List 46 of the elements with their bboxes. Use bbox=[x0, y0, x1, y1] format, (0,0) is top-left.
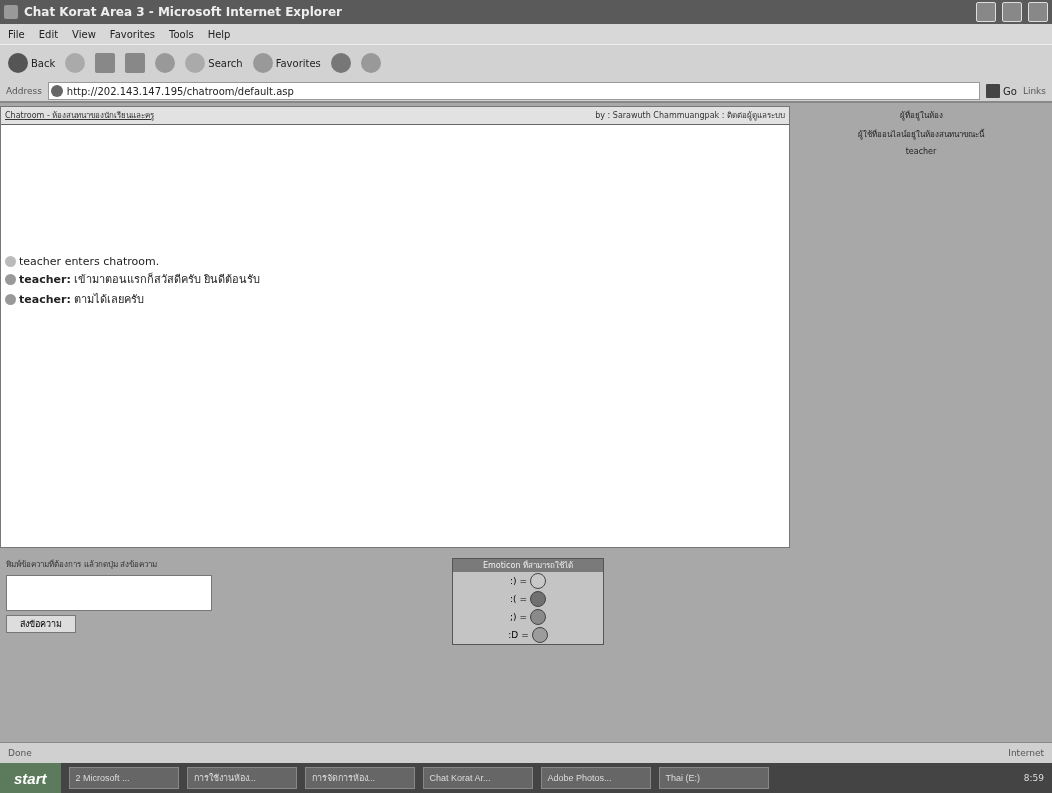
message-text: เข้ามาตอนแรกก็สวัสดีครับ ยินดีต้อนรับ bbox=[73, 271, 261, 288]
taskbar-item[interactable]: Adobe Photos... bbox=[540, 767, 651, 789]
window-title: Chat Korat Area 3 - Microsoft Internet Explorer bbox=[24, 5, 344, 19]
menu-item[interactable]: Tools bbox=[169, 28, 194, 40]
emoticon-code: :) = bbox=[510, 576, 527, 586]
message-text: ตามได้เลยครับ bbox=[73, 292, 144, 308]
user-name: teacher: bbox=[19, 272, 71, 286]
address-label: Address bbox=[6, 86, 42, 96]
menu-item[interactable]: View bbox=[72, 28, 96, 40]
links-button[interactable]: Links bbox=[1022, 86, 1046, 96]
emoticon-code: :D = bbox=[508, 630, 529, 640]
emoticon-title: Emoticon ที่สามารถใช้ได้ bbox=[453, 559, 603, 572]
minimize-button[interactable] bbox=[976, 2, 996, 22]
credit-text: by : Sarawuth Chammuangpak : ติดต่อผู้ดูแลระบบ bbox=[595, 110, 785, 122]
taskbar-item[interactable]: Thai (E:) bbox=[658, 767, 769, 789]
start-button[interactable]: start bbox=[0, 763, 61, 793]
menu-item[interactable]: File bbox=[8, 28, 25, 40]
favorites-button[interactable]: Favorites bbox=[252, 53, 321, 73]
back-button[interactable]: Back bbox=[8, 53, 56, 73]
online-note: ผู้ใช้ที่ออนไลน์อยู่ในห้องสนทนาขณะนี้ bbox=[858, 128, 984, 141]
online-user[interactable]: teacher bbox=[905, 147, 937, 156]
send-button[interactable]: ส่งข้อความ bbox=[6, 615, 76, 633]
zone-text: Internet bbox=[1008, 748, 1044, 758]
address-field[interactable]: http://202.143.147.195/chatroom/default.asp bbox=[47, 82, 980, 100]
window-icon bbox=[4, 5, 18, 19]
online-title: ผู้ที่อยู่ในห้อง bbox=[899, 109, 943, 122]
menu-item[interactable]: Help bbox=[207, 28, 231, 40]
emoticon-code: :( = bbox=[510, 594, 527, 604]
message-input[interactable] bbox=[6, 575, 212, 611]
user-name: teacher: bbox=[19, 292, 71, 306]
search-button[interactable]: Search bbox=[185, 53, 243, 73]
maximize-button[interactable] bbox=[1002, 2, 1022, 22]
taskbar-item[interactable]: การจัดการห้อง... bbox=[304, 767, 415, 789]
status-text: Done bbox=[8, 748, 32, 758]
clock: 8:59 bbox=[1023, 773, 1044, 783]
menu-item[interactable]: Edit bbox=[38, 28, 59, 40]
chatroom-link[interactable]: Chatroom - ห้องสนทนาของนักเรียนและครู bbox=[5, 109, 155, 122]
menu-item[interactable]: Favorites bbox=[109, 28, 155, 40]
taskbar-item[interactable]: Chat Korat Ar... bbox=[422, 767, 533, 789]
taskbar-item[interactable]: 2 Microsoft ... bbox=[68, 767, 179, 789]
compose-label: พิมพ์ข้อความที่ต้องการ แล้วกดปุ่ม ส่งข้อความ bbox=[6, 558, 159, 571]
event-text: teacher enters chatroom. bbox=[19, 255, 160, 268]
emoticon-code: ;) = bbox=[510, 612, 527, 622]
close-button[interactable] bbox=[1028, 2, 1048, 22]
taskbar-item[interactable]: การใช้งานห้อง... bbox=[186, 767, 297, 789]
go-button[interactable]: Go bbox=[986, 84, 1017, 98]
